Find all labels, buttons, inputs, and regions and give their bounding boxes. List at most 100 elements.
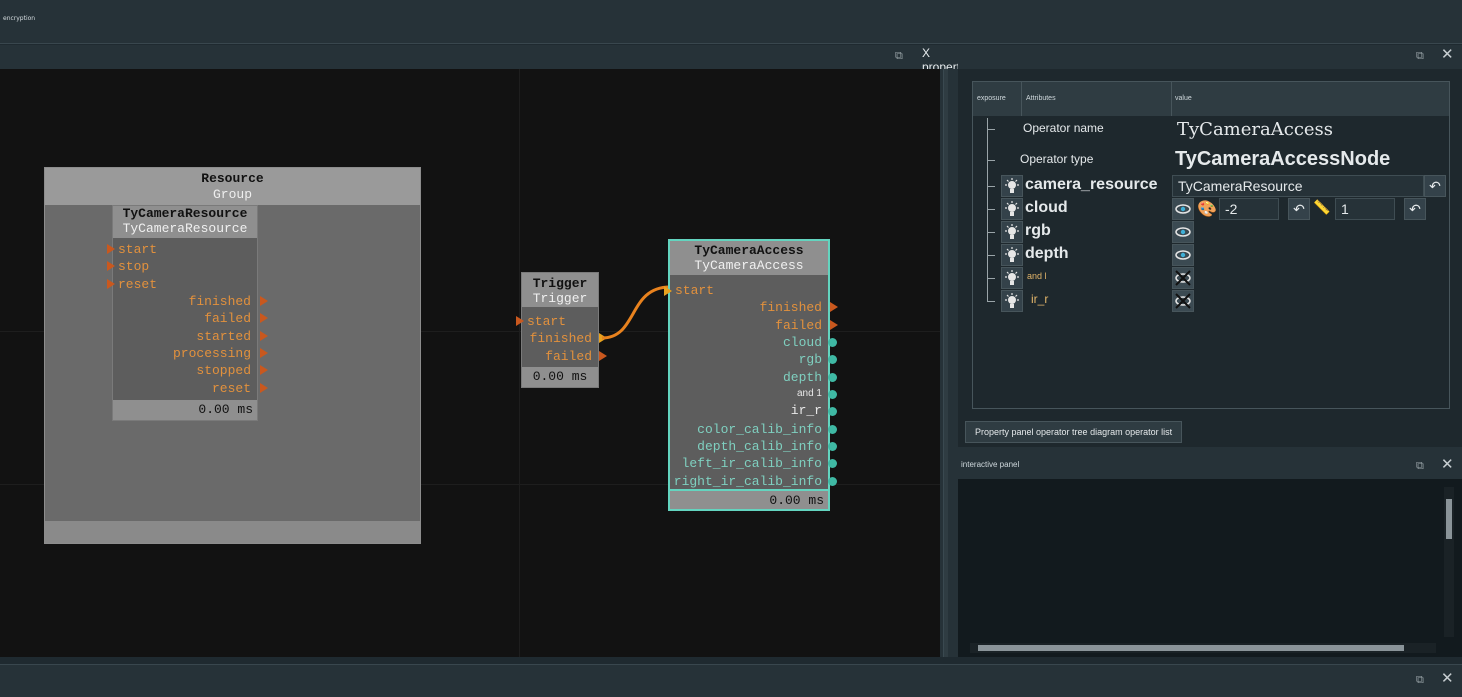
visibility-toggle-cloud[interactable] xyxy=(1172,198,1194,220)
input-port-reset[interactable] xyxy=(107,279,115,289)
reset-cloud-color-button[interactable]: ↶ xyxy=(1288,198,1310,220)
reset-camera-resource-button[interactable]: ↶ xyxy=(1424,175,1446,197)
tree-line xyxy=(987,160,995,161)
exposure-toggle-camera-resource[interactable] xyxy=(1001,175,1023,197)
lightbulb-icon xyxy=(1005,201,1019,216)
port-label: finished xyxy=(188,294,251,309)
camera-resource-value-field[interactable]: TyCameraResource xyxy=(1172,175,1424,197)
node-header[interactable]: Trigger Trigger xyxy=(522,273,598,307)
port-label: rgb xyxy=(798,352,822,367)
output-port-rgb[interactable] xyxy=(828,355,837,364)
float-panel-icon[interactable]: ⧉ xyxy=(1416,51,1427,62)
lightbulb-icon xyxy=(1005,178,1019,193)
node-timing: 0.00 ms xyxy=(113,400,257,420)
column-header-attributes[interactable]: Attributes xyxy=(1026,95,1056,102)
float-panel-icon[interactable]: ⧉ xyxy=(1416,675,1427,686)
input-port-start[interactable] xyxy=(664,286,672,296)
canvas-panel-header: ⧉ X properties panel xyxy=(0,45,975,88)
attribute-ir-r: ir_r xyxy=(1031,292,1049,306)
menu-item-encryption[interactable]: encryption xyxy=(3,15,35,22)
node-timing: 0.00 ms xyxy=(522,367,598,387)
close-icon[interactable]: ✕ xyxy=(1441,457,1454,472)
port-label: depth_calib_info xyxy=(697,439,822,454)
operator-name-value: TyCameraAccess xyxy=(1177,119,1334,140)
tree-line xyxy=(987,278,995,279)
tree-line xyxy=(987,186,995,187)
tree-line xyxy=(987,255,995,256)
visibility-toggle-and-l[interactable] xyxy=(1172,267,1194,289)
port-label: color_calib_info xyxy=(697,422,822,437)
close-icon[interactable]: ✕ xyxy=(1441,47,1454,62)
output-port-finished[interactable] xyxy=(260,296,268,306)
port-label: finished xyxy=(759,300,822,315)
float-panel-icon[interactable]: ⧉ xyxy=(1416,461,1427,472)
input-port-stop[interactable] xyxy=(107,261,115,271)
attribute-rgb: rgb xyxy=(1025,222,1051,239)
node-header[interactable]: TyCameraResource TyCameraResource xyxy=(113,206,257,238)
attribute-camera-resource: camera_resource xyxy=(1025,176,1158,193)
eye-icon xyxy=(1175,204,1191,214)
column-header-exposure[interactable]: exposure xyxy=(977,95,1006,102)
node-header[interactable]: TyCameraAccess TyCameraAccess xyxy=(670,241,828,275)
output-port-failed[interactable] xyxy=(830,320,838,330)
output-port-depth-calib-info[interactable] xyxy=(828,442,837,451)
horizontal-scrollbar[interactable] xyxy=(970,643,1436,653)
column-header-value[interactable]: value xyxy=(1175,95,1192,102)
visibility-toggle-ir-r[interactable] xyxy=(1172,290,1194,312)
exposure-toggle-depth[interactable] xyxy=(1001,244,1023,266)
attribute-depth: depth xyxy=(1025,245,1069,262)
attribute-cloud: cloud xyxy=(1025,199,1068,216)
output-port-left-ir-calib-info[interactable] xyxy=(828,459,837,468)
output-port-processing[interactable] xyxy=(260,348,268,358)
interactive-panel-header: interactive panel ⧉ ✕ xyxy=(958,455,1462,479)
exposure-toggle-ir-r[interactable] xyxy=(1001,290,1023,312)
output-port-stopped[interactable] xyxy=(260,365,268,375)
input-port-start[interactable] xyxy=(516,316,524,326)
palette-icon[interactable]: 🎨 xyxy=(1197,199,1217,219)
port-label: cloud xyxy=(782,335,822,350)
scrollbar-thumb[interactable] xyxy=(978,645,1404,651)
output-port-started[interactable] xyxy=(260,331,268,341)
node-editor-canvas[interactable]: Resource Group TyCameraResource TyCamera… xyxy=(0,69,940,657)
trigger-node[interactable]: Trigger Trigger start finished failed 0.… xyxy=(516,272,607,388)
visibility-toggle-rgb[interactable] xyxy=(1172,221,1194,243)
exposure-toggle-rgb[interactable] xyxy=(1001,221,1023,243)
exposure-toggle-and-l[interactable] xyxy=(1001,267,1023,289)
output-port-reset[interactable] xyxy=(260,383,268,393)
float-panel-icon[interactable]: ⧉ xyxy=(895,50,907,62)
vertical-scrollbar[interactable] xyxy=(1444,487,1454,637)
panel-splitter[interactable] xyxy=(940,69,958,657)
output-port-finished[interactable] xyxy=(830,302,838,312)
cloud-color-value-field[interactable]: -2 xyxy=(1219,198,1279,220)
connection-wire[interactable] xyxy=(598,279,674,344)
output-port-color-calib-info[interactable] xyxy=(828,425,837,434)
tree-line xyxy=(987,118,988,302)
output-port-and-1[interactable] xyxy=(828,390,837,399)
ty-camera-resource-node[interactable]: TyCameraResource TyCameraResource start … xyxy=(107,205,268,421)
ruler-icon[interactable]: 📏 xyxy=(1313,199,1333,219)
interactive-panel-title: interactive panel xyxy=(961,460,1020,469)
node-title: Trigger xyxy=(532,276,588,291)
close-icon[interactable]: ✕ xyxy=(1441,671,1454,686)
tab-property-panel[interactable]: Property panel operator tree diagram ope… xyxy=(965,421,1183,443)
group-footer xyxy=(45,521,420,543)
eye-icon xyxy=(1175,227,1191,237)
scrollbar-thumb[interactable] xyxy=(1446,499,1452,539)
output-port-failed[interactable] xyxy=(260,313,268,323)
ty-camera-access-node[interactable]: TyCameraAccess TyCameraAccess start fini… xyxy=(664,239,838,511)
output-port-failed[interactable] xyxy=(599,351,607,361)
visibility-toggle-depth[interactable] xyxy=(1172,244,1194,266)
lightbulb-icon xyxy=(1005,293,1019,308)
output-port-ir-r[interactable] xyxy=(828,407,837,416)
port-label: reset xyxy=(118,277,158,292)
lightbulb-icon xyxy=(1005,247,1019,262)
output-port-depth[interactable] xyxy=(828,373,837,382)
input-port-start[interactable] xyxy=(107,244,115,254)
reset-cloud-size-button[interactable]: ↶ xyxy=(1404,198,1426,220)
group-header[interactable]: Resource Group xyxy=(45,168,420,205)
output-port-cloud[interactable] xyxy=(828,338,837,347)
cloud-size-value-field[interactable]: 1 xyxy=(1335,198,1395,220)
exposure-toggle-cloud[interactable] xyxy=(1001,198,1023,220)
output-port-right-ir-calib-info[interactable] xyxy=(828,477,837,486)
splitter-handle[interactable] xyxy=(943,69,948,657)
